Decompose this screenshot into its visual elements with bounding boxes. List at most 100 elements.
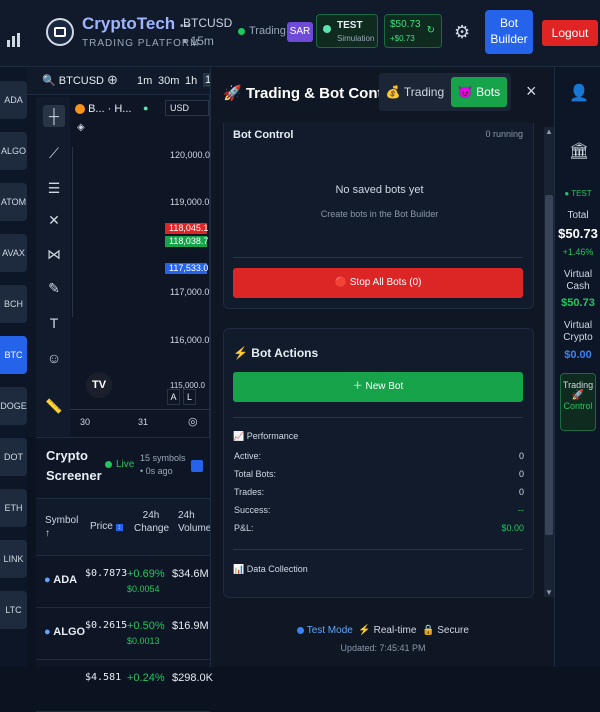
ruler-icon[interactable]: 📏 bbox=[43, 395, 65, 417]
symbol-button-eth[interactable]: ETH bbox=[0, 489, 27, 527]
table-row[interactable]: ● ALGO $0.2615 +0.50% $0.0013 $16.9M bbox=[36, 608, 210, 660]
trendline-icon[interactable]: ⟋ bbox=[43, 142, 65, 164]
performance-title: 📈 Performance bbox=[233, 431, 299, 441]
bot-control-card: Bot Control 0 running No saved bots yet … bbox=[223, 123, 534, 309]
metric-label: Success: bbox=[234, 505, 271, 515]
test-label: ● TEST bbox=[564, 189, 592, 198]
current-pair: BTCUSD bbox=[183, 16, 233, 30]
drawing-tools: ┼ ⟋ ☰ ✕ ⋈ ✎ T ☺ 📏 bbox=[36, 97, 70, 437]
metric-row: Total Bots: 0 bbox=[234, 469, 524, 479]
logo-icon bbox=[46, 18, 74, 46]
user-icon[interactable]: 👤 bbox=[569, 83, 589, 103]
live-indicator: Live bbox=[105, 459, 134, 470]
test-mode-dot-icon bbox=[297, 626, 305, 634]
brand-subtitle: TRADING PLATFORM bbox=[82, 38, 200, 49]
brand-name: CryptoTech ••• bbox=[82, 14, 191, 33]
divider bbox=[233, 417, 523, 418]
currency-select[interactable]: USD bbox=[165, 100, 209, 116]
metric-label: P&L: bbox=[234, 523, 254, 533]
lock-icon: 🔒 bbox=[421, 625, 435, 636]
tab-bots[interactable]: 😈 Bots bbox=[451, 77, 507, 107]
status-dot-icon bbox=[238, 27, 245, 35]
text-icon[interactable]: T bbox=[43, 312, 65, 334]
virtual-crypto-value: $0.00 bbox=[564, 349, 592, 361]
scroll-up-icon[interactable]: ▲ bbox=[545, 127, 553, 136]
date-tick: 31 bbox=[138, 417, 149, 427]
new-bot-button[interactable]: ＋ New Bot bbox=[233, 372, 523, 402]
row-price: $0.2615 bbox=[85, 620, 128, 631]
interval-1h[interactable]: 1h bbox=[185, 75, 197, 87]
time-axis-divider bbox=[70, 409, 210, 410]
current-timeframe: • 15m bbox=[183, 34, 214, 48]
gear-icon[interactable]: ⚙ bbox=[454, 22, 470, 43]
footer-status: Test Mode ⚡ Real-time 🔒 Secure bbox=[211, 625, 555, 636]
fib-icon[interactable]: ☰ bbox=[43, 177, 65, 199]
building-icon[interactable]: 🏛 bbox=[569, 141, 589, 161]
symbol-search[interactable]: 🔍 BTCUSD bbox=[42, 74, 104, 87]
metric-label: Total Bots: bbox=[234, 469, 277, 479]
data-collection-link[interactable]: 📊 Data Collection bbox=[233, 564, 308, 575]
total-value: $50.73 bbox=[558, 226, 598, 241]
bot-builder-button[interactable]: Bot Builder bbox=[485, 10, 533, 54]
chart-toolbar: 🔍 BTCUSD ⊕ 1m 30m 1h 1 bbox=[27, 67, 214, 95]
metric-row: Active: 0 bbox=[234, 451, 524, 461]
row-symbol: ● ALGO bbox=[44, 626, 86, 638]
row-price: $0.7873 bbox=[85, 568, 128, 579]
symbol-button-ltc[interactable]: LTC bbox=[0, 591, 27, 629]
add-compare-icon[interactable]: ⊕ bbox=[107, 72, 118, 88]
sort-icon: ↕ bbox=[115, 524, 124, 531]
log-scale-button[interactable]: L bbox=[183, 389, 196, 405]
chart-bars-icon[interactable] bbox=[6, 32, 22, 53]
logout-button[interactable]: Logout bbox=[542, 20, 598, 46]
settings-circle-icon[interactable]: ◎ bbox=[188, 415, 198, 428]
symbol-button-algo[interactable]: ALGO bbox=[0, 132, 27, 170]
pattern-icon[interactable]: ✕ bbox=[43, 209, 65, 231]
col-symbol[interactable]: Symbol ↑ bbox=[45, 514, 78, 540]
price-label-last: 118,038.7 bbox=[165, 236, 208, 247]
total-change: +1.46% bbox=[562, 247, 594, 257]
metric-label: Active: bbox=[234, 451, 262, 461]
test-mode-badge[interactable]: TEST Simulation bbox=[316, 14, 378, 48]
price-chart[interactable]: B... · H... ◈ ● USD 120,000.0 119,000.0 … bbox=[70, 97, 210, 437]
symbol-button-avax[interactable]: AVAX bbox=[0, 234, 27, 272]
layers-icon[interactable]: ◈ bbox=[77, 122, 85, 133]
trading-status: Trading bbox=[238, 25, 286, 37]
table-row[interactable]: ● ADA $0.7873 +0.69% $0.0054 $34.6M bbox=[36, 556, 210, 608]
bot-control-title: Bot Control bbox=[233, 129, 294, 141]
sar-badge[interactable]: SAR bbox=[287, 22, 313, 42]
balance-badge[interactable]: $50.73 +$0.73 ↻ bbox=[384, 14, 442, 48]
scrollbar-thumb[interactable] bbox=[545, 195, 553, 535]
date-tick: 30 bbox=[80, 417, 91, 427]
trading-control-button[interactable]: Trading 🚀 Control bbox=[560, 373, 596, 431]
refresh-icon[interactable]: ↻ bbox=[427, 25, 435, 36]
auto-scale-button[interactable]: A bbox=[167, 389, 180, 405]
symbol-button-atom[interactable]: ATOM bbox=[0, 183, 27, 221]
tab-trading[interactable]: 💰 Trading bbox=[383, 77, 447, 107]
symbol-button-ada[interactable]: ADA bbox=[0, 81, 27, 119]
measure-icon[interactable]: ⋈ bbox=[43, 243, 65, 265]
col-change[interactable]: 24h Change bbox=[134, 509, 169, 535]
interval-1m[interactable]: 1m bbox=[137, 75, 152, 87]
symbol-button-bch[interactable]: BCH bbox=[0, 285, 27, 323]
metric-row: Trades: 0 bbox=[234, 487, 524, 497]
emoji-icon[interactable]: ☺ bbox=[43, 347, 65, 369]
col-price[interactable]: Price ↕ bbox=[90, 521, 124, 532]
bot-actions-title: ⚡ Bot Actions bbox=[233, 346, 319, 360]
metric-value: $0.00 bbox=[501, 523, 524, 533]
close-icon[interactable]: × bbox=[526, 81, 537, 102]
symbol-button-btc[interactable]: BTC bbox=[0, 336, 27, 374]
interval-30m[interactable]: 30m bbox=[158, 75, 179, 87]
symbol-button-doge[interactable]: DOGE bbox=[0, 387, 27, 425]
symbol-button-link[interactable]: LINK bbox=[0, 540, 27, 578]
metric-label: Trades: bbox=[234, 487, 265, 497]
table-row[interactable]: $4.581 +0.24% $298.0K bbox=[36, 660, 213, 712]
sort-icon[interactable] bbox=[191, 460, 203, 472]
scroll-down-icon[interactable]: ▼ bbox=[545, 588, 553, 597]
brush-icon[interactable]: ✎ bbox=[43, 277, 65, 299]
symbol-dot-icon: ● bbox=[44, 626, 54, 638]
metric-value: 0 bbox=[518, 487, 524, 497]
crosshair-icon[interactable]: ┼ bbox=[43, 105, 65, 127]
stop-all-bots-button[interactable]: 🔴 Stop All Bots (0) bbox=[233, 268, 523, 298]
panel-scrollbar[interactable]: ▲ ▼ bbox=[544, 127, 554, 597]
symbol-button-dot[interactable]: DOT bbox=[0, 438, 27, 476]
